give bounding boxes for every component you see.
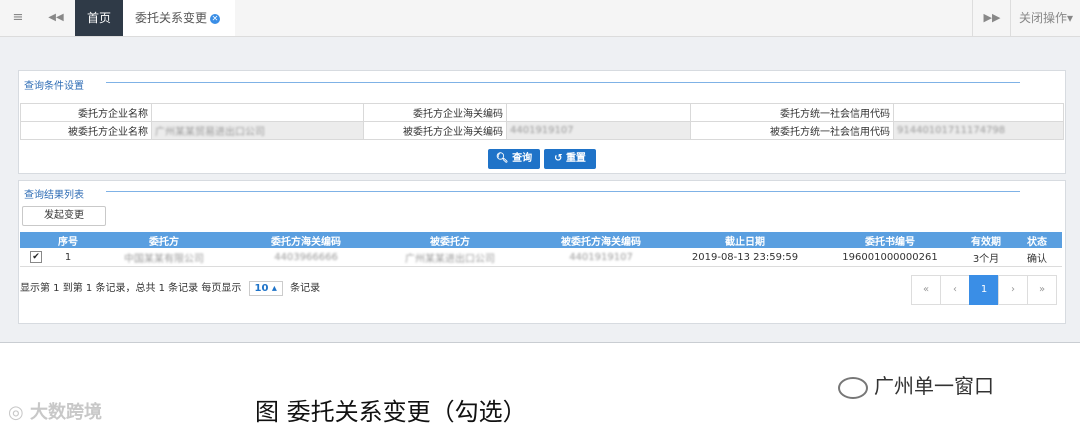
- field-label: 被委托方企业海关编码: [363, 121, 507, 140]
- prev-page-button[interactable]: ‹: [940, 275, 970, 305]
- masked-value: 中国某某有限公司: [124, 253, 204, 265]
- column-header: 有效期: [960, 232, 1012, 248]
- masked-value: 广州某某贸易进出口公司: [155, 127, 265, 138]
- table-header-row: 序号 委托方 委托方海关编码 被委托方 被委托方海关编码 截止日期 委托书编号 …: [20, 232, 1062, 248]
- wechat-account: 广州单一窗口: [838, 370, 994, 399]
- logo-icon: ◎︎: [8, 402, 24, 423]
- query-row: 委托方企业名称 委托方企业海关编码 委托方统一社会信用代码: [20, 103, 1064, 122]
- close-operations-dropdown[interactable]: 关闭操作▾: [1010, 0, 1080, 36]
- section-divider: [106, 82, 1020, 83]
- row-checkbox-cell: ✔: [20, 248, 52, 267]
- masked-value: 4401919107: [510, 125, 574, 136]
- reset-button[interactable]: ↺ 重置: [544, 149, 596, 169]
- field-label: 委托方企业海关编码: [363, 103, 507, 122]
- consignor-customs-code-input[interactable]: [506, 103, 691, 122]
- column-header: 序号: [52, 232, 84, 248]
- tab-label: 委托关系变更: [135, 11, 208, 25]
- search-icon: 🔍︎: [495, 153, 509, 164]
- page-size-select[interactable]: 10 ▴: [248, 281, 283, 296]
- wechat-icon: [838, 376, 868, 399]
- column-header: 状态: [1012, 232, 1062, 248]
- pagination-info: 显示第 1 到第 1 条记录，总共 1 条记录 每页显示 10 ▴ 条记录: [20, 279, 320, 296]
- tab-home[interactable]: 首页: [75, 0, 123, 36]
- table-cell: 4401919107: [532, 248, 670, 267]
- masked-value: 4401919107: [569, 251, 633, 263]
- table-cell: 1: [52, 248, 84, 267]
- column-header: 委托书编号: [820, 232, 960, 248]
- consignee-name-input[interactable]: 广州某某贸易进出口公司: [151, 121, 364, 140]
- masked-value: 91440101711174798: [897, 125, 1006, 136]
- masked-value: 4403966666: [274, 251, 338, 263]
- column-header: 被委托方: [368, 232, 532, 248]
- results-table: 序号 委托方 委托方海关编码 被委托方 被委托方海关编码 截止日期 委托书编号 …: [20, 232, 1062, 267]
- table-cell: 4403966666: [244, 248, 368, 267]
- watermark-logo: ◎︎ 大数跨境: [8, 398, 102, 424]
- consignor-name-input[interactable]: [151, 103, 364, 122]
- last-page-button[interactable]: »: [1027, 275, 1057, 305]
- column-header: 被委托方海关编码: [532, 232, 670, 248]
- table-cell: 广州某某进出口公司: [368, 248, 532, 267]
- column-header: [20, 232, 52, 248]
- consignor-credit-code-input[interactable]: [893, 103, 1064, 122]
- pagination-text: 显示第 1 到第 1 条记录，总共 1 条记录 每页显示: [20, 283, 242, 294]
- search-label: 查询: [512, 153, 533, 164]
- first-page-button[interactable]: «: [911, 275, 941, 305]
- page-button-current[interactable]: 1: [969, 275, 999, 305]
- reset-label: 重置: [565, 153, 586, 164]
- search-button[interactable]: 🔍︎ 查询: [488, 149, 540, 169]
- masked-value: 广州某某进出口公司: [405, 253, 495, 265]
- consignee-customs-code-input[interactable]: 4401919107: [506, 121, 691, 140]
- table-cell: 196001000000261: [820, 248, 960, 267]
- field-label: 被委托方统一社会信用代码: [690, 121, 894, 140]
- column-header: 委托方海关编码: [244, 232, 368, 248]
- scroll-left-icon[interactable]: ◀◀: [38, 0, 74, 36]
- watermark-text: 大数跨境: [30, 402, 102, 423]
- row-checkbox[interactable]: ✔: [30, 251, 42, 263]
- query-section-title: 查询条件设置: [24, 81, 84, 92]
- field-label: 委托方统一社会信用代码: [690, 103, 894, 122]
- pagination-text: 条记录: [290, 283, 321, 294]
- consignee-credit-code-input[interactable]: 91440101711174798: [893, 121, 1064, 140]
- table-cell: 3个月: [960, 248, 1012, 267]
- field-label: 被委托方企业名称: [20, 121, 152, 140]
- field-label: 委托方企业名称: [20, 103, 152, 122]
- query-form: 委托方企业名称 委托方企业海关编码 委托方统一社会信用代码 被委托方企业名称 广…: [20, 103, 1064, 140]
- figure-caption: 图 委托关系变更（勾选）: [255, 398, 527, 426]
- query-row: 被委托方企业名称 广州某某贸易进出口公司 被委托方企业海关编码 44019191…: [20, 121, 1064, 140]
- app-window: ≡ ◀◀ 首页 委托关系变更 ✕ ▶▶ 关闭操作▾ 查询条件设置 委托方企业名称 …: [0, 0, 1080, 343]
- next-page-button[interactable]: ›: [998, 275, 1028, 305]
- account-name: 广州单一窗口: [874, 374, 994, 398]
- column-header: 截止日期: [670, 232, 820, 248]
- tab-bar: ≡ ◀◀ 首页 委托关系变更 ✕ ▶▶ 关闭操作▾: [0, 0, 1080, 37]
- table-cell: 中国某某有限公司: [84, 248, 244, 267]
- reset-icon: ↺: [554, 153, 563, 164]
- scroll-right-icon[interactable]: ▶▶: [972, 0, 1011, 36]
- table-cell: 2019-08-13 23:59:59: [670, 248, 820, 267]
- column-header: 委托方: [84, 232, 244, 248]
- initiate-change-button[interactable]: 发起变更: [22, 206, 106, 226]
- tab-delegation-change[interactable]: 委托关系变更 ✕: [123, 0, 235, 36]
- results-section-title: 查询结果列表: [24, 190, 84, 201]
- table-cell: 确认: [1012, 248, 1062, 267]
- section-divider: [106, 191, 1020, 192]
- table-row[interactable]: ✔ 1 中国某某有限公司 4403966666 广州某某进出口公司 440191…: [20, 248, 1062, 267]
- close-icon[interactable]: ✕: [210, 13, 221, 24]
- menu-icon[interactable]: ≡: [0, 0, 36, 36]
